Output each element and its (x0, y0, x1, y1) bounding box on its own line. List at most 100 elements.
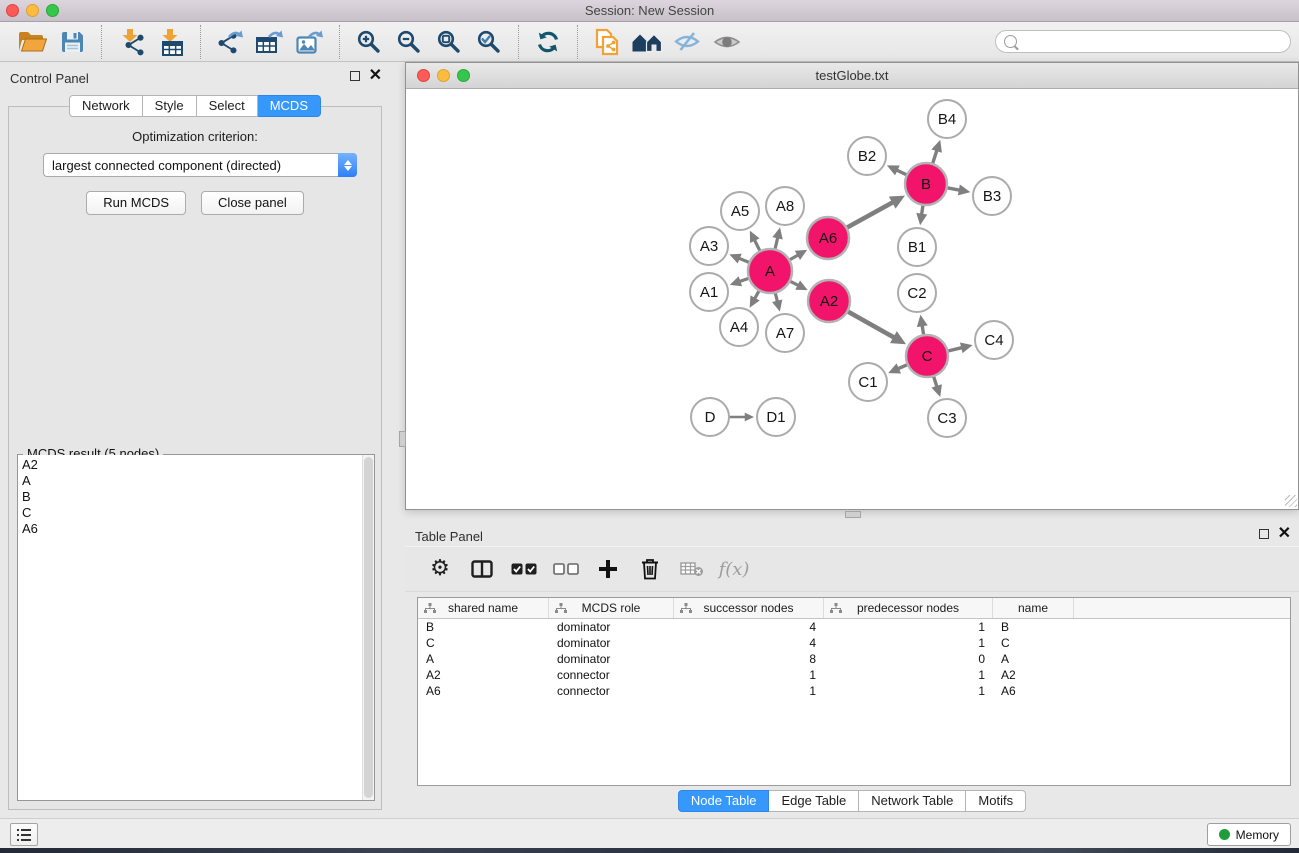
node-D1[interactable]: D1 (757, 398, 795, 436)
tab-network-table[interactable]: Network Table (859, 790, 966, 812)
cell-MCDS-role[interactable]: dominator (549, 620, 674, 634)
minimize-window-icon[interactable] (26, 4, 39, 17)
save-icon[interactable] (52, 23, 92, 61)
splitter-handle-vertical[interactable] (399, 431, 406, 447)
zoom-fit-icon[interactable] (429, 23, 469, 61)
node-A[interactable]: A (748, 249, 792, 293)
node-A1[interactable]: A1 (690, 273, 728, 311)
column-header-shared-name[interactable]: shared name (418, 598, 549, 618)
cell-successor-nodes[interactable]: 1 (674, 668, 824, 682)
copy-files-icon[interactable] (587, 23, 627, 61)
cell-predecessor-nodes[interactable]: 1 (824, 684, 993, 698)
table-row[interactable]: Bdominator41B (418, 619, 1290, 635)
column-header-MCDS-role[interactable]: MCDS role (549, 598, 674, 618)
node-A5[interactable]: A5 (721, 192, 759, 230)
node-C2[interactable]: C2 (898, 274, 936, 312)
cell-name[interactable]: A2 (993, 668, 1074, 682)
node-B2[interactable]: B2 (848, 137, 886, 175)
export-network-icon[interactable] (210, 23, 250, 61)
result-item[interactable]: A2 (22, 457, 374, 473)
optimization-criterion-select[interactable]: largest connected component (directed) (43, 153, 357, 177)
column-header-predecessor-nodes[interactable]: predecessor nodes (824, 598, 993, 618)
network-canvas[interactable]: B4B2BB3B1A5A8A6A3AA1C2A2A4A7C4CC1C3DD1 (406, 89, 1298, 508)
table-row[interactable]: A6connector11A6 (418, 683, 1290, 699)
float-table-panel-icon[interactable] (1259, 529, 1269, 539)
search-input[interactable] (1022, 34, 1282, 49)
node-B1[interactable]: B1 (898, 228, 936, 266)
delete-table-icon[interactable] (677, 552, 707, 586)
search-box[interactable] (995, 30, 1291, 53)
node-B3[interactable]: B3 (973, 177, 1011, 215)
cell-successor-nodes[interactable]: 1 (674, 684, 824, 698)
cell-successor-nodes[interactable]: 4 (674, 636, 824, 650)
tab-motifs[interactable]: Motifs (966, 790, 1026, 812)
close-window-icon[interactable] (6, 4, 19, 17)
app-titlebar[interactable]: Session: New Session (0, 0, 1299, 22)
edge-A2-C[interactable] (846, 311, 894, 338)
cell-successor-nodes[interactable]: 8 (674, 652, 824, 666)
node-D[interactable]: D (691, 398, 729, 436)
open-folder-icon[interactable] (12, 23, 52, 61)
close-panel-button[interactable]: Close panel (201, 191, 304, 215)
tab-select[interactable]: Select (197, 95, 258, 117)
columns-icon[interactable] (467, 552, 497, 586)
edge-A6-B[interactable] (846, 202, 894, 228)
cell-name[interactable]: A6 (993, 684, 1074, 698)
cell-name[interactable]: C (993, 636, 1074, 650)
memory-button[interactable]: Memory (1207, 823, 1291, 846)
trash-icon[interactable] (635, 552, 665, 586)
table-row[interactable]: A2connector11A2 (418, 667, 1290, 683)
node-A8[interactable]: A8 (766, 187, 804, 225)
minimize-network-window-icon[interactable] (437, 69, 450, 82)
cell-predecessor-nodes[interactable]: 0 (824, 652, 993, 666)
node-B4[interactable]: B4 (928, 100, 966, 138)
gear-icon[interactable]: ⚙ (425, 552, 455, 586)
import-table-icon[interactable] (151, 23, 191, 61)
cell-MCDS-role[interactable]: dominator (549, 636, 674, 650)
zoom-in-icon[interactable] (349, 23, 389, 61)
mcds-result-list[interactable]: A2ABCA6 (18, 455, 374, 800)
export-table-icon[interactable] (250, 23, 290, 61)
node-A7[interactable]: A7 (766, 314, 804, 352)
zoom-out-icon[interactable] (389, 23, 429, 61)
cell-shared-name[interactable]: A2 (418, 668, 549, 682)
deselect-all-checkboxes-icon[interactable] (551, 552, 581, 586)
column-header-successor-nodes[interactable]: successor nodes (674, 598, 824, 618)
float-panel-icon[interactable] (350, 71, 360, 81)
edge-C-C4[interactable] (946, 348, 962, 352)
cell-name[interactable]: A (993, 652, 1074, 666)
tab-network[interactable]: Network (69, 95, 143, 117)
resize-grip[interactable] (1285, 495, 1297, 507)
cell-shared-name[interactable]: A (418, 652, 549, 666)
node-A4[interactable]: A4 (720, 308, 758, 346)
cell-predecessor-nodes[interactable]: 1 (824, 636, 993, 650)
column-header-name[interactable]: name (993, 598, 1074, 618)
tab-node-table[interactable]: Node Table (678, 790, 770, 812)
run-mcds-button[interactable]: Run MCDS (86, 191, 186, 215)
result-scrollbar[interactable] (362, 455, 374, 800)
zoom-selected-icon[interactable] (469, 23, 509, 61)
cell-MCDS-role[interactable]: connector (549, 668, 674, 682)
splitter-handle-horizontal[interactable] (845, 511, 861, 518)
result-item[interactable]: A6 (22, 521, 374, 537)
cell-predecessor-nodes[interactable]: 1 (824, 620, 993, 634)
result-item[interactable]: B (22, 489, 374, 505)
cell-shared-name[interactable]: A6 (418, 684, 549, 698)
close-table-panel-icon[interactable]: ✕ (1278, 529, 1291, 539)
node-A2[interactable]: A2 (808, 280, 850, 322)
close-network-window-icon[interactable] (417, 69, 430, 82)
select-all-checkboxes-icon[interactable] (509, 552, 539, 586)
node-C[interactable]: C (906, 335, 948, 377)
tab-mcds[interactable]: MCDS (258, 95, 321, 117)
cell-successor-nodes[interactable]: 4 (674, 620, 824, 634)
add-column-icon[interactable] (593, 552, 623, 586)
export-image-icon[interactable] (290, 23, 330, 61)
import-network-icon[interactable] (111, 23, 151, 61)
node-C1[interactable]: C1 (849, 363, 887, 401)
result-item[interactable]: A (22, 473, 374, 489)
eye-slash-icon[interactable] (667, 23, 707, 61)
zoom-window-icon[interactable] (46, 4, 59, 17)
node-A3[interactable]: A3 (690, 227, 728, 265)
node-C3[interactable]: C3 (928, 399, 966, 437)
houses-icon[interactable] (627, 23, 667, 61)
